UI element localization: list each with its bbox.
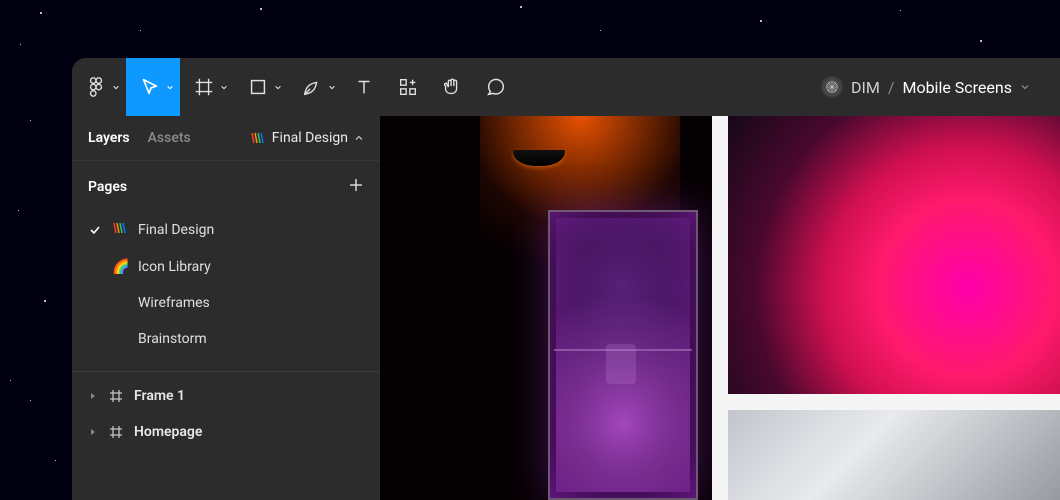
move-tool-button[interactable] (126, 58, 180, 116)
hand-icon (441, 76, 463, 98)
cursor-icon (139, 76, 161, 98)
rectangle-icon (247, 76, 269, 98)
frame-icon (108, 388, 124, 404)
stripes-icon (112, 221, 128, 239)
document-name: Mobile Screens (902, 78, 1012, 97)
text-tool-button[interactable] (342, 58, 386, 116)
resources-icon (397, 76, 419, 98)
canvas[interactable] (380, 116, 1060, 500)
layer-item-frame-1[interactable]: Frame 1 (72, 378, 380, 414)
shape-tool-button[interactable] (234, 58, 288, 116)
chevron-down-icon (112, 83, 120, 91)
layer-item-homepage[interactable]: Homepage (72, 414, 380, 450)
frame-tool-button[interactable] (180, 58, 234, 116)
title-separator: / (888, 78, 895, 97)
rainbow-icon: 🌈 (112, 259, 128, 275)
disclosure-triangle-icon[interactable] (88, 391, 98, 401)
page-list: Final Design 🌈 Icon Library Wireframes B… (72, 207, 380, 372)
layer-label: Frame 1 (134, 388, 185, 404)
page-dropdown-label: Final Design (272, 130, 348, 146)
main-menu-button[interactable] (72, 58, 126, 116)
check-icon (88, 224, 102, 236)
canvas-frame-2[interactable] (728, 116, 1060, 394)
disclosure-triangle-icon[interactable] (88, 427, 98, 437)
layer-label: Homepage (134, 424, 202, 440)
layer-list: Frame 1 Homepage (72, 372, 380, 450)
project-name: DIM (851, 78, 880, 97)
chevron-down-icon (220, 83, 228, 91)
page-label: Brainstorm (138, 331, 207, 347)
canvas-frame-1[interactable] (380, 116, 712, 500)
hand-tool-button[interactable] (430, 58, 474, 116)
chevron-down-icon (328, 83, 336, 91)
page-dropdown[interactable]: Final Design (250, 130, 364, 146)
figma-logo-icon (85, 76, 107, 98)
frame-icon (108, 424, 124, 440)
pages-label: Pages (88, 179, 127, 195)
chevron-down-icon (274, 83, 282, 91)
add-page-button[interactable] (348, 177, 364, 197)
page-item-icon-library[interactable]: 🌈 Icon Library (72, 249, 380, 285)
toolbar: DIM / Mobile Screens (72, 58, 1060, 116)
chevron-up-icon (354, 133, 364, 143)
page-item-wireframes[interactable]: Wireframes (72, 285, 380, 321)
tab-layers[interactable]: Layers (88, 130, 130, 146)
tab-assets[interactable]: Assets (148, 130, 191, 146)
chevron-down-icon (1020, 82, 1030, 92)
comment-tool-button[interactable] (474, 58, 518, 116)
canvas-frame-3[interactable] (728, 410, 1060, 500)
stripes-icon (250, 131, 266, 145)
comment-icon (485, 76, 507, 98)
pen-icon (301, 76, 323, 98)
page-label: Icon Library (138, 259, 211, 275)
plus-icon (348, 177, 364, 193)
pages-section-header: Pages (72, 161, 380, 207)
frame-icon (193, 76, 215, 98)
page-label: Wireframes (138, 295, 210, 311)
page-item-brainstorm[interactable]: Brainstorm (72, 321, 380, 357)
figma-window: DIM / Mobile Screens Layers Assets Fina (72, 58, 1060, 500)
text-icon (353, 76, 375, 98)
page-item-final-design[interactable]: Final Design (72, 211, 380, 249)
page-label: Final Design (138, 222, 214, 238)
left-sidebar: Layers Assets Final Design Pages (72, 116, 380, 500)
pen-tool-button[interactable] (288, 58, 342, 116)
resources-button[interactable] (386, 58, 430, 116)
document-title[interactable]: DIM / Mobile Screens (821, 76, 1060, 98)
chevron-down-icon (166, 83, 174, 91)
sidebar-tabs: Layers Assets Final Design (72, 116, 380, 161)
team-avatar-icon (821, 76, 843, 98)
